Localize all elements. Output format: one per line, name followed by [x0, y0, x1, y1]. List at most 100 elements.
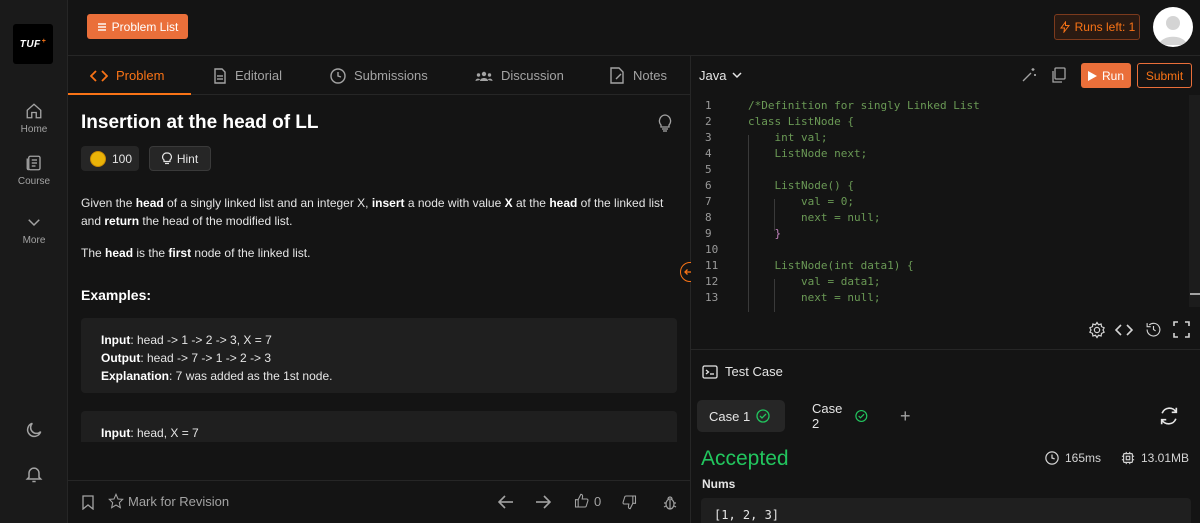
run-button[interactable]: Run — [1081, 63, 1131, 88]
like-button[interactable]: 0 — [573, 493, 601, 509]
menu-icon — [97, 22, 106, 31]
tuf-logo[interactable]: TUF + — [13, 24, 53, 64]
mark-label: Mark for Revision — [128, 493, 230, 509]
coins-badge: 100 — [81, 146, 139, 171]
example-explanation: Explanation: 7 was added as the 1st node… — [101, 369, 333, 383]
problem-footer: Mark for Revision 0 — [68, 480, 690, 523]
code-line: 7 val = 0; — [705, 195, 854, 208]
magic-wand-icon[interactable] — [1021, 67, 1037, 83]
code-line: 11 ListNode(int data1) { — [705, 259, 914, 272]
bookmark-icon[interactable] — [82, 495, 94, 510]
thumbs-up-icon — [574, 493, 589, 508]
runs-left-label: Runs left: 1 — [1074, 20, 1136, 34]
tab-editorial[interactable]: Editorial — [213, 56, 282, 95]
code-brackets-icon — [90, 69, 108, 82]
sidebar-item-course[interactable]: Course — [0, 154, 68, 187]
code-line: 10 — [705, 243, 719, 256]
home-icon — [26, 103, 42, 119]
code-line: 12 val = data1; — [705, 275, 881, 288]
people-icon — [475, 71, 493, 81]
refresh-icon[interactable] — [1158, 405, 1180, 427]
editor-tools — [691, 312, 1200, 350]
nums-label: Nums — [702, 477, 736, 491]
code-line: 8 next = null; — [705, 211, 881, 224]
logo-sup: + — [41, 38, 47, 45]
nums-value: [1, 2, 3] — [701, 498, 1191, 523]
sidebar-item-label: Home — [20, 124, 48, 135]
hint-label: Hint — [176, 151, 199, 166]
tab-label: Notes — [633, 68, 667, 83]
check-circle-icon — [855, 409, 868, 423]
tab-label: Submissions — [354, 68, 428, 83]
code-line: 4 ListNode next; — [705, 147, 868, 160]
sidebar-item-more[interactable]: More — [0, 213, 68, 246]
submit-button[interactable]: Submit — [1137, 63, 1192, 88]
bell-icon[interactable] — [24, 464, 44, 484]
tab-case-1[interactable]: Case 1 — [697, 400, 785, 432]
play-icon — [1087, 70, 1097, 81]
language-select[interactable]: Java — [699, 68, 742, 83]
thumbs-down-icon[interactable] — [621, 494, 638, 510]
case-label: Case 1 — [709, 408, 751, 424]
active-tab-indicator — [68, 93, 191, 95]
history-icon[interactable] — [1145, 321, 1162, 338]
example-box: Input: head -> 1 -> 2 -> 3, X = 7 Output… — [81, 318, 677, 393]
editor-toolbar: Java Run Submit — [691, 56, 1200, 95]
lightbulb-icon[interactable] — [657, 114, 673, 132]
code-line: 1/*Definition for singly Linked List — [705, 99, 980, 112]
copy-icon[interactable] — [1051, 67, 1066, 83]
bug-icon[interactable] — [663, 495, 677, 510]
settings-icon[interactable] — [1088, 321, 1106, 339]
tab-submissions[interactable]: Submissions — [330, 56, 428, 95]
sidebar-item-home[interactable]: Home — [0, 102, 68, 135]
tab-case-2[interactable]: Case 2 — [800, 400, 880, 432]
terminal-icon — [702, 364, 718, 379]
avatar[interactable] — [1153, 7, 1193, 47]
runtime-metric: 165ms — [1045, 451, 1101, 465]
example-input: Input: head, X = 7 — [101, 426, 199, 440]
top-bar: Problem List Runs left: 1 — [68, 0, 1200, 56]
code-brackets-icon[interactable] — [1115, 321, 1133, 339]
clock-icon — [1045, 451, 1059, 465]
problem-panel: Problem Editorial Submissions Discussion… — [68, 56, 690, 523]
check-circle-icon — [756, 409, 770, 423]
problem-tabs: Problem Editorial Submissions Discussion… — [68, 56, 690, 95]
page-title: Insertion at the head of LL — [81, 112, 319, 133]
add-case-button[interactable]: + — [888, 400, 924, 432]
sidebar-item-label: More — [22, 235, 46, 246]
arrow-left-icon[interactable] — [498, 494, 514, 510]
tab-label: Problem — [116, 68, 165, 83]
examples-heading: Examples: — [81, 287, 152, 303]
tab-problem[interactable]: Problem — [90, 56, 164, 95]
editor-scrollbar[interactable] — [1189, 95, 1200, 307]
problem-list-label: Problem List — [111, 19, 179, 34]
coin-icon — [90, 150, 106, 167]
code-line: 9 } — [705, 227, 782, 240]
language-label: Java — [699, 68, 727, 83]
code-line: 5 — [705, 163, 712, 176]
document-icon — [214, 67, 226, 84]
tab-notes[interactable]: Notes — [609, 56, 667, 95]
coins-value: 100 — [112, 151, 133, 166]
example-output: Output: head -> 7 -> 1 -> 2 -> 3 — [101, 351, 272, 365]
problem-note: The head is the first node of the linked… — [81, 246, 311, 260]
test-case-title: Test Case — [725, 364, 783, 379]
result-status: Accepted — [701, 447, 789, 470]
lightning-icon — [1059, 21, 1070, 33]
hint-button[interactable]: Hint — [149, 146, 211, 171]
memory-value: 13.01MB — [1141, 451, 1190, 465]
sidebar-item-label: Course — [17, 176, 51, 187]
problem-list-button[interactable]: Problem List — [87, 14, 188, 39]
tab-discussion[interactable]: Discussion — [475, 56, 564, 95]
fullscreen-icon[interactable] — [1173, 321, 1190, 338]
example-input: Input: head -> 1 -> 2 -> 3, X = 7 — [101, 333, 272, 347]
moon-icon[interactable] — [24, 420, 44, 440]
arrow-right-icon[interactable] — [535, 494, 551, 510]
test-case-header: Test Case — [702, 364, 783, 379]
scrollbar-thumb[interactable] — [1190, 293, 1200, 295]
code-editor[interactable]: 1/*Definition for singly Linked List 2 cl… — [691, 95, 1200, 312]
user-icon — [1159, 16, 1187, 45]
mark-for-revision-button[interactable]: Mark for Revision — [108, 493, 229, 509]
code-line: 2 class ListNode { — [705, 115, 854, 128]
code-line: 13 next = null; — [705, 291, 881, 304]
